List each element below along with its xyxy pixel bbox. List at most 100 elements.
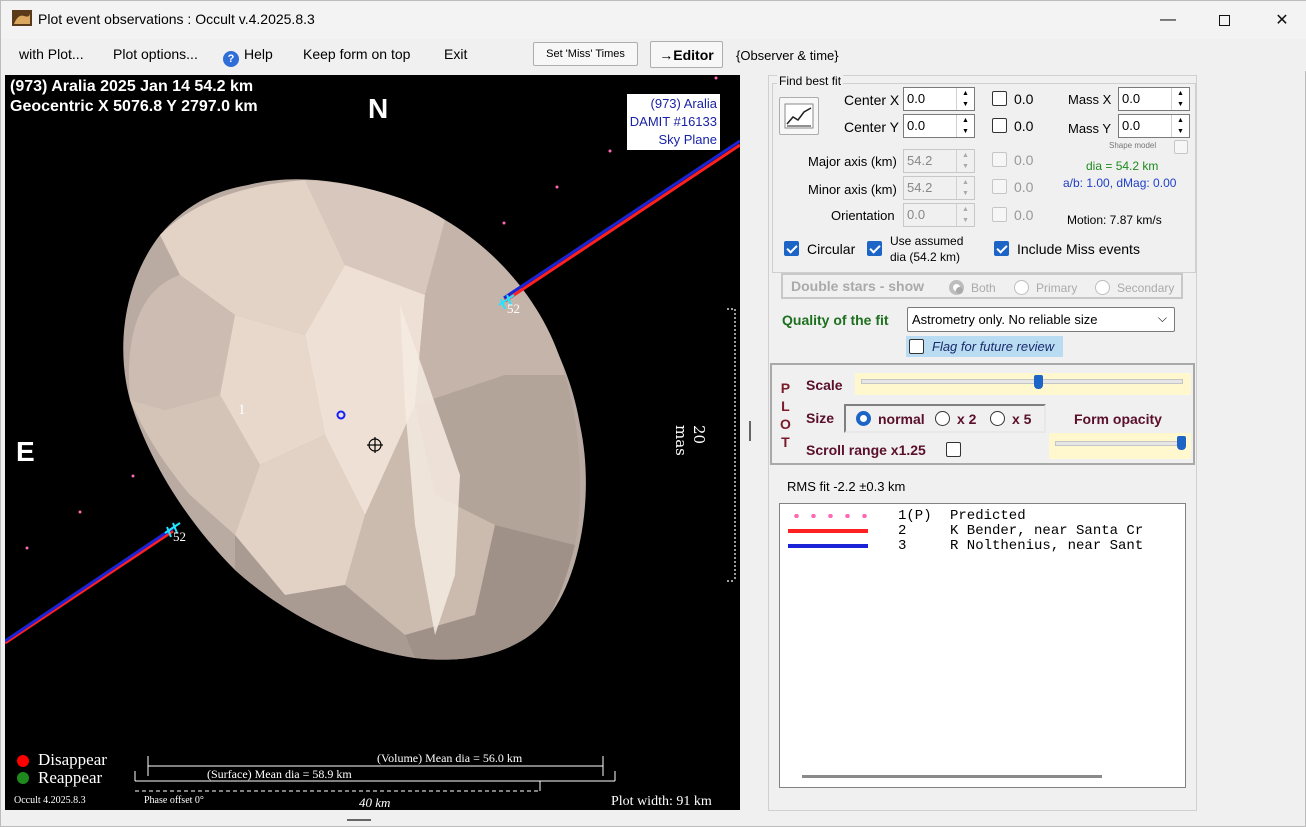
minor-axis-checkbox[interactable] xyxy=(992,179,1007,194)
plot-canvas[interactable]: (973) Aralia 2025 Jan 14 54.2 km Geocent… xyxy=(5,75,740,810)
version-label: Occult 4.2025.8.3 xyxy=(14,795,86,806)
size-x2-radio[interactable] xyxy=(935,411,950,426)
observer-list[interactable]: 1(P) Predicted 2 K Bender, near Santa Cr 3 R … xyxy=(779,503,1186,788)
vertical-splitter-handle[interactable] xyxy=(749,421,751,441)
ab-dmag-readout: a/b: 1.00, dMag: 0.00 xyxy=(1063,176,1177,190)
model-info-box: (973) Aralia DAMIT #16133 Sky Plane xyxy=(626,94,720,150)
occult-app-icon xyxy=(12,10,32,26)
horizontal-splitter-handle[interactable] xyxy=(347,819,371,821)
double-primary-radio[interactable] xyxy=(1014,280,1029,295)
chord-number-label: 1 xyxy=(238,402,246,418)
event-header: (973) Aralia 2025 Jan 14 54.2 km xyxy=(10,78,254,95)
mass-x-spin-arrows[interactable]: ▲ ▼ xyxy=(1171,88,1189,110)
quality-select[interactable]: Astrometry only. No reliable size ⌵ xyxy=(907,307,1175,332)
minor-axis-label: Minor axis (km) xyxy=(808,182,897,197)
form-opacity-thumb[interactable] xyxy=(1177,436,1186,450)
center-y-input[interactable]: 0.0 ▲ ▼ xyxy=(903,114,975,138)
scroll-range-label: Scroll range x1.25 xyxy=(806,442,926,458)
help-icon: ? xyxy=(223,51,239,67)
minor-axis-fixed: 0.0 xyxy=(1014,179,1034,195)
center-x-input[interactable]: 0.0 ▲ ▼ xyxy=(903,87,975,111)
double-both-radio[interactable] xyxy=(949,280,964,295)
size-x2-label: x 2 xyxy=(957,411,977,427)
observer-line-swatch xyxy=(788,529,868,533)
observer-row[interactable]: 1(P) Predicted xyxy=(780,508,1180,524)
size-x5-label: x 5 xyxy=(1012,411,1032,427)
mass-y-input[interactable]: 0.0 ▲ ▼ xyxy=(1118,114,1190,138)
center-x-checkbox[interactable] xyxy=(992,91,1007,106)
major-axis-label: Major axis (km) xyxy=(808,154,897,169)
scale-bar-label: 40 km xyxy=(359,795,391,810)
observer-name: Predicted xyxy=(950,508,1026,524)
include-miss-checkbox[interactable] xyxy=(994,241,1009,256)
form-opacity-slider[interactable] xyxy=(1049,433,1191,459)
list-horizontal-scrollbar[interactable] xyxy=(802,775,1102,778)
menu-plot-options[interactable]: Plot options... xyxy=(113,46,198,62)
center-x-spin-arrows[interactable]: ▲ ▼ xyxy=(956,88,974,110)
orientation-checkbox[interactable] xyxy=(992,207,1007,222)
circular-checkbox[interactable] xyxy=(784,241,799,256)
mass-x-input[interactable]: 0.0 ▲ ▼ xyxy=(1118,87,1190,111)
orientation-label: Orientation xyxy=(831,208,895,223)
center-x-fixed: 0.0 xyxy=(1014,91,1034,107)
reappear-legend: Reappear xyxy=(38,768,103,787)
circular-label: Circular xyxy=(807,241,856,257)
shape-model-checkbox[interactable] xyxy=(1174,140,1188,154)
flag-review-checkbox[interactable] xyxy=(909,339,924,354)
size-x5-radio[interactable] xyxy=(990,411,1005,426)
use-assumed-checkbox[interactable] xyxy=(867,241,882,256)
menu-exit[interactable]: Exit xyxy=(444,46,467,62)
double-stars-title: Double stars - show xyxy=(791,278,925,294)
major-axis-checkbox[interactable] xyxy=(992,152,1007,167)
include-miss-label: Include Miss events xyxy=(1017,241,1140,257)
editor-button[interactable]: →Editor xyxy=(650,41,723,68)
form-opacity-label: Form opacity xyxy=(1074,411,1162,427)
scale-label: Scale xyxy=(806,377,843,393)
center-x-label: Center X xyxy=(844,92,900,108)
shape-model-label: Shape model xyxy=(1109,141,1157,150)
dia-readout: dia = 54.2 km xyxy=(1086,159,1159,173)
observer-line-swatch xyxy=(788,544,868,548)
size-normal-label: normal xyxy=(878,411,925,427)
minimize-button[interactable]: — xyxy=(1145,1,1191,39)
observer-name: R Nolthenius, near Sant xyxy=(950,538,1144,554)
mass-y-spin-arrows[interactable]: ▲ ▼ xyxy=(1171,115,1189,137)
best-fit-button[interactable] xyxy=(779,97,819,135)
asteroid-shape-model xyxy=(123,179,586,660)
scale-slider-thumb[interactable] xyxy=(1034,375,1044,389)
observer-row[interactable]: 2 K Bender, near Santa Cr xyxy=(780,523,1180,539)
minor-axis-input[interactable]: 54.2 ▲ ▼ xyxy=(903,176,975,200)
orientation-input[interactable]: 0.0 ▲ ▼ xyxy=(903,203,975,227)
center-y-checkbox[interactable] xyxy=(992,118,1007,133)
double-secondary-radio[interactable] xyxy=(1095,280,1110,295)
asteroid-plot xyxy=(5,76,740,792)
observer-row[interactable]: 3 R Nolthenius, near Sant xyxy=(780,538,1180,554)
scale-slider[interactable] xyxy=(855,373,1191,395)
use-assumed-label-2: dia (54.2 km) xyxy=(890,250,961,264)
chevron-down-icon: ⌵ xyxy=(1157,311,1167,325)
form-opacity-track xyxy=(1055,441,1183,446)
motion-readout: Motion: 7.87 km/s xyxy=(1067,213,1162,227)
menu-bar: with Plot... Plot options... ? Help Keep … xyxy=(1,39,1306,71)
close-button[interactable]: ✕ xyxy=(1259,1,1305,39)
observer-number: 1(P) xyxy=(898,508,932,524)
flag-review-label: Flag for future review xyxy=(932,339,1055,354)
mass-x-label: Mass X xyxy=(1068,92,1112,107)
scroll-range-checkbox[interactable] xyxy=(946,442,961,457)
menu-with-plot[interactable]: with Plot... xyxy=(19,46,84,62)
size-normal-radio[interactable] xyxy=(856,411,871,426)
main-window: Plot event observations : Occult v.4.202… xyxy=(0,0,1306,827)
maximize-button[interactable] xyxy=(1201,1,1247,39)
menu-help[interactable]: ? Help xyxy=(223,46,273,67)
menu-help-label: Help xyxy=(244,46,273,62)
center-y-spin-arrows[interactable]: ▲ ▼ xyxy=(956,115,974,137)
geocentric-header: Geocentric X 5076.8 Y 2797.0 km xyxy=(10,98,258,115)
info-sky-plane: Sky Plane xyxy=(658,132,717,147)
major-axis-input[interactable]: 54.2 ▲ ▼ xyxy=(903,149,975,173)
set-miss-times-button[interactable]: Set 'Miss' Times xyxy=(533,42,638,66)
use-assumed-label-1: Use assumed xyxy=(890,234,964,248)
double-both-label: Both xyxy=(971,281,996,295)
orientation-fixed: 0.0 xyxy=(1014,207,1034,223)
menu-keep-on-top[interactable]: Keep form on top xyxy=(303,46,410,62)
mas-scale-label: 20 mas xyxy=(672,425,708,456)
